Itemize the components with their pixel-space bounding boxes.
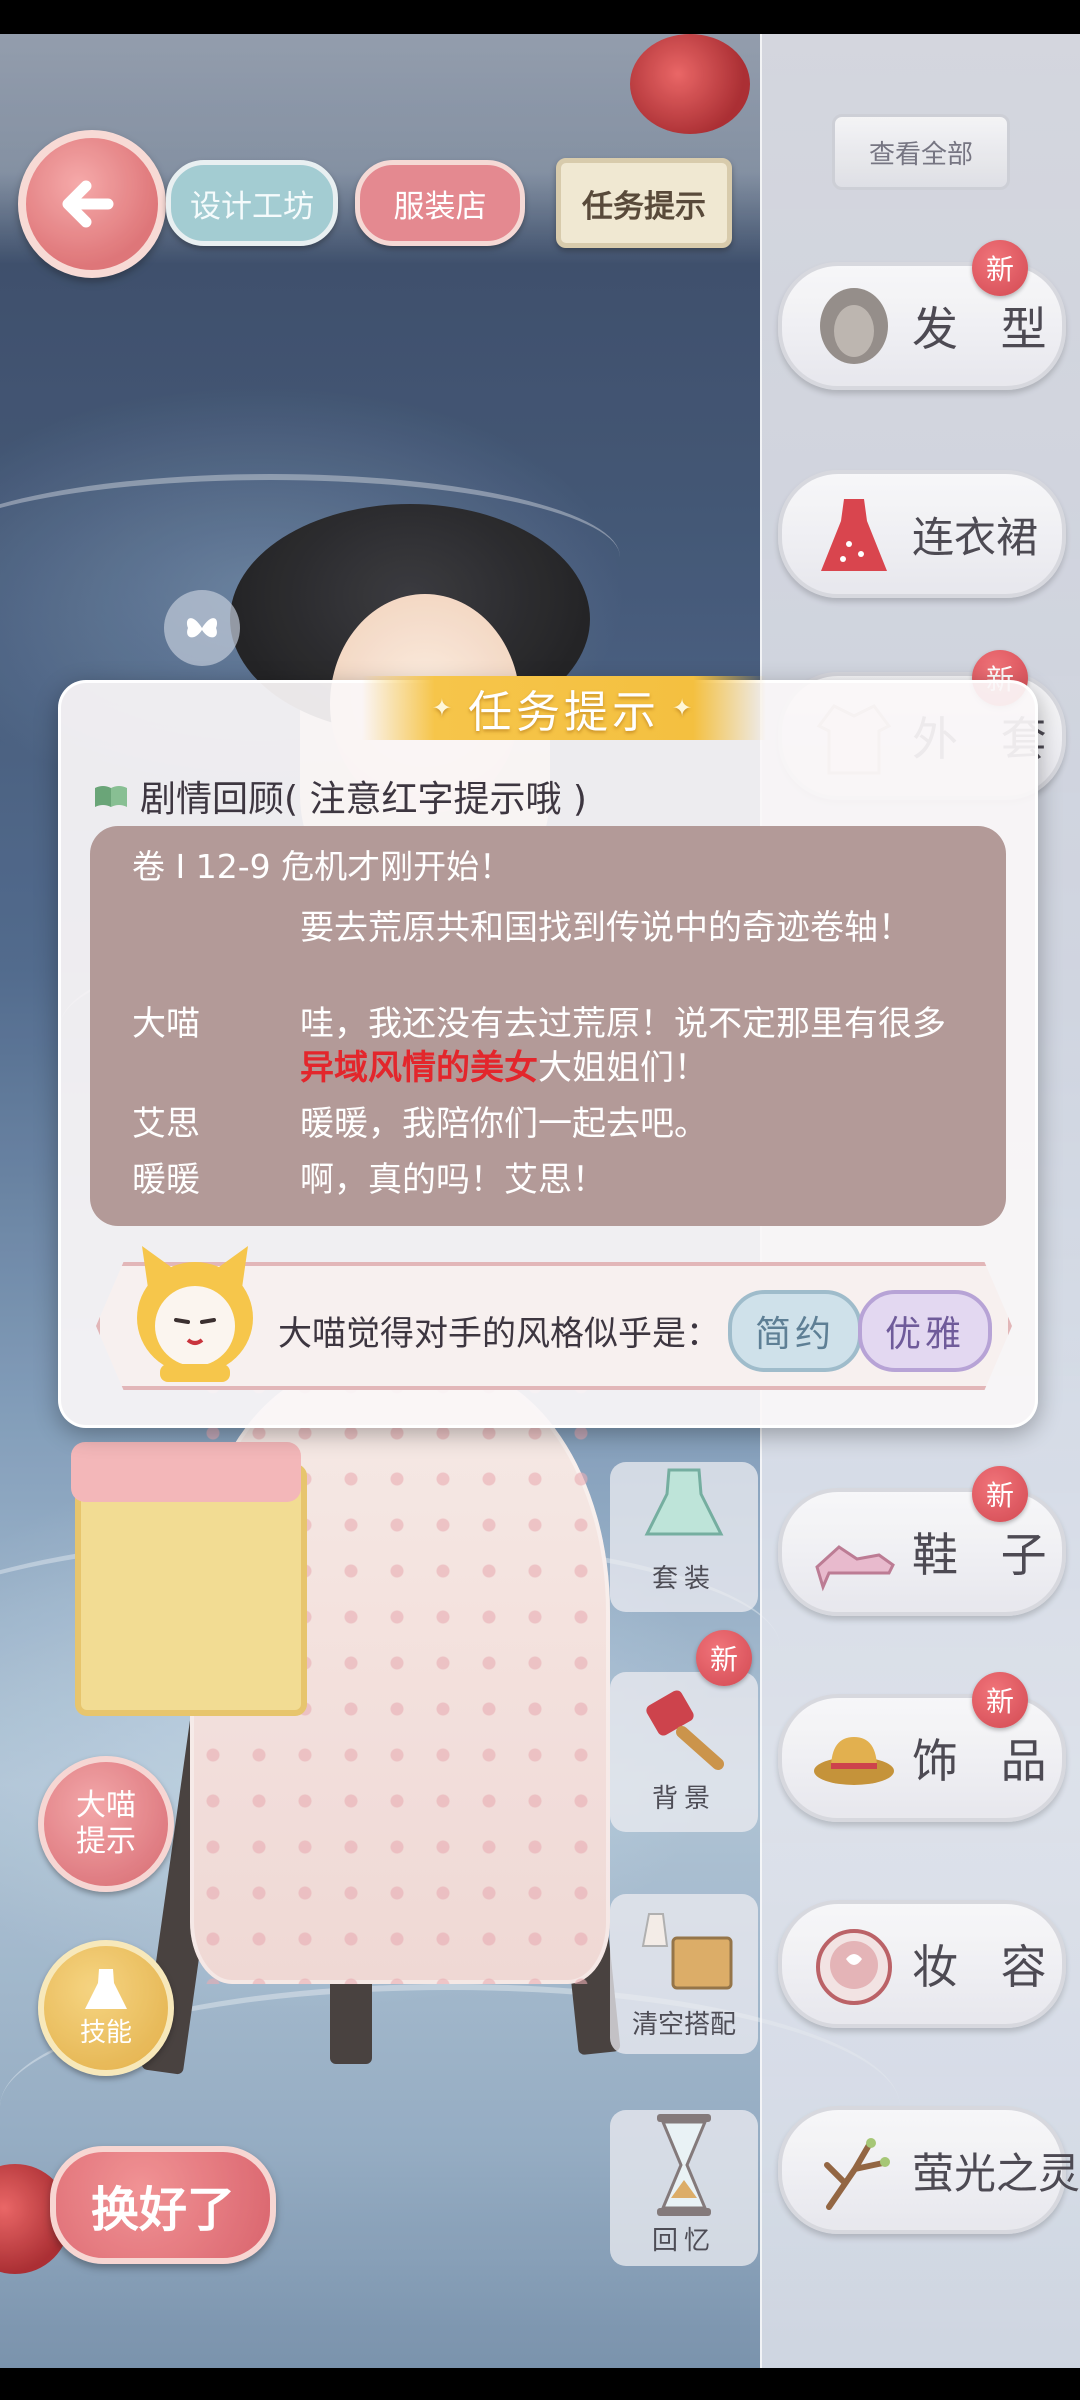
dialog-title: ✦ 任务提示 ✦ xyxy=(362,676,766,740)
style-tag-elegant: 优雅 xyxy=(858,1290,992,1372)
style-tag-simple: 简约 xyxy=(728,1290,862,1372)
dialogue-text: 暖暖，我陪你们一起去吧。 xyxy=(300,1104,708,1144)
scrolled-line-fragment xyxy=(132,874,972,896)
red-hint-text: 异域风情的美女 xyxy=(300,1048,538,1088)
opponent-style-prompt: 大喵觉得对手的风格似乎是： xyxy=(278,1314,720,1354)
story-recap-box[interactable]: 卷 I 12-9 危机才刚开始！ 要去荒原共和国找到传说中的奇迹卷轴！ 大喵 哇… xyxy=(90,826,1006,1226)
sparkle-icon: ✦ xyxy=(672,694,697,722)
status-bar xyxy=(0,0,1080,34)
dialogue-text-part: 大姐姐们！ xyxy=(538,1048,708,1088)
dialogue-text-part: 哇，我还没有去过荒原！说不定那里有很多 xyxy=(300,1004,946,1044)
recap-heading-text: 剧情回顾( 注意红字提示哦 ) xyxy=(140,779,587,820)
story-recap-heading: 剧情回顾( 注意红字提示哦 ) xyxy=(94,770,587,822)
speaker-name: 艾思 xyxy=(132,1104,200,1144)
book-icon xyxy=(95,786,127,807)
dialogue-line: 要去荒原共和国找到传说中的奇迹卷轴！ xyxy=(132,906,972,950)
navigation-bar xyxy=(0,2368,1080,2400)
dialogue-line: 大喵 哇，我还没有去过荒原！说不定那里有很多异域风情的美女大姐姐们！ xyxy=(132,1002,972,1090)
dialog-title-text: 任务提示 xyxy=(468,687,660,738)
dialogue-text: 啊，真的吗！艾思！ xyxy=(300,1160,606,1200)
dialogue-text: 要去荒原共和国找到传说中的奇迹卷轴！ xyxy=(300,908,912,948)
speaker-name: 大喵 xyxy=(132,1004,200,1044)
dialogue-line: 艾思 暖暖，我陪你们一起去吧。 xyxy=(132,1102,972,1146)
speaker-name: 暖暖 xyxy=(132,1160,200,1200)
dialogue-text: 哇，我还没有去过荒原！说不定那里有很多异域风情的美女大姐姐们！ xyxy=(300,1002,972,1090)
meow-cat-avatar xyxy=(137,1246,253,1382)
sparkle-icon: ✦ xyxy=(431,694,456,722)
speaker-name xyxy=(132,906,300,950)
dialogue-line: 暖暖 啊，真的吗！艾思！ xyxy=(132,1158,972,1202)
